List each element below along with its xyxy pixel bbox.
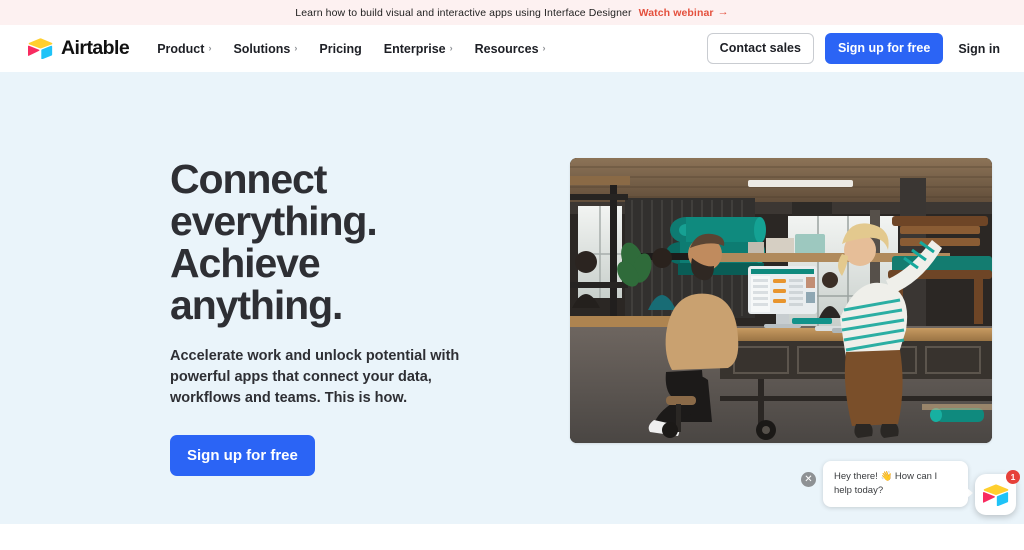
- nav-item-product[interactable]: Product ›: [157, 42, 211, 56]
- chevron-right-icon: ›: [449, 43, 453, 53]
- hero-title-line-3: Achieve: [170, 240, 321, 286]
- hero-title-line-4: anything.: [170, 282, 343, 328]
- announcement-text: Learn how to build visual and interactiv…: [295, 6, 632, 19]
- watch-webinar-label: Watch webinar: [638, 6, 714, 19]
- brand-logo-link[interactable]: Airtable: [27, 37, 130, 60]
- nav-item-label: Resources: [474, 41, 539, 56]
- watch-webinar-link[interactable]: Watch webinar →: [639, 7, 729, 19]
- hero-title-line-2: everything.: [170, 198, 378, 244]
- contact-sales-button[interactable]: Contact sales: [706, 33, 814, 64]
- arrow-right-icon: →: [717, 6, 729, 18]
- hero-subtitle: Accelerate work and unlock potential wit…: [170, 348, 460, 406]
- chevron-right-icon: ›: [208, 43, 212, 53]
- sign-in-link[interactable]: Sign in: [954, 42, 1004, 56]
- primary-navigation: Product › Solutions › Pricing Enterprise…: [157, 42, 545, 56]
- header-actions: Contact sales Sign up for free Sign in: [706, 33, 1004, 64]
- nav-item-pricing[interactable]: Pricing: [319, 42, 361, 56]
- header-signup-button[interactable]: Sign up for free: [824, 33, 944, 64]
- hero-section: Connect everything. Achieve anything. Ac…: [0, 72, 1024, 524]
- nav-item-enterprise[interactable]: Enterprise ›: [384, 42, 453, 56]
- nav-item-solutions[interactable]: Solutions ›: [233, 42, 297, 56]
- nav-item-label: Enterprise: [383, 41, 446, 56]
- site-header: Airtable Product › Solutions › Pricing E…: [0, 25, 1024, 72]
- chevron-right-icon: ›: [542, 43, 546, 53]
- chat-launcher-button[interactable]: 1: [975, 470, 1020, 515]
- airtable-logo-icon: [27, 38, 53, 60]
- airtable-logo-icon: [982, 484, 1009, 506]
- page-title: Connect everything. Achieve anything.: [170, 158, 510, 326]
- close-icon[interactable]: ✕: [801, 472, 816, 487]
- announcement-banner: Learn how to build visual and interactiv…: [0, 0, 1024, 25]
- nav-item-resources[interactable]: Resources ›: [475, 42, 546, 56]
- hero-inner: Connect everything. Achieve anything. Ac…: [20, 72, 1004, 476]
- nav-item-label: Product: [157, 41, 205, 56]
- hero-copy: Connect everything. Achieve anything. Ac…: [170, 158, 510, 476]
- chevron-right-icon: ›: [294, 43, 298, 53]
- chat-message-bubble[interactable]: Hey there! 👋 How can I help today?: [823, 461, 973, 507]
- hero-signup-button[interactable]: Sign up for free: [170, 435, 315, 476]
- hero-title-line-1: Connect: [170, 156, 327, 202]
- hero-image: [570, 158, 992, 443]
- brand-name: Airtable: [61, 37, 130, 59]
- nav-item-label: Pricing: [319, 41, 362, 56]
- chat-widget: ✕ Hey there! 👋 How can I help today? 1: [801, 461, 1020, 520]
- nav-item-label: Solutions: [233, 41, 291, 56]
- chat-unread-badge: 1: [1006, 470, 1020, 484]
